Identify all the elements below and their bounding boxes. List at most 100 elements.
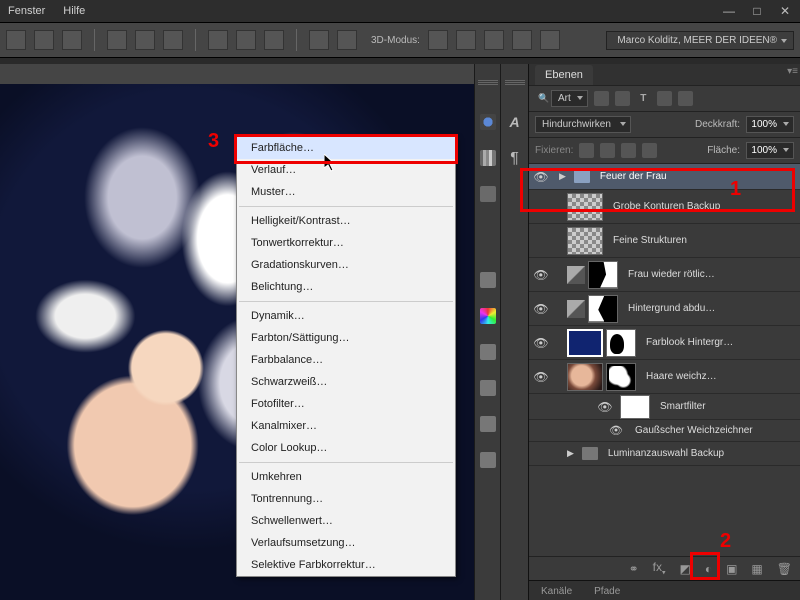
menu-item-posterize[interactable]: Tontrennung… bbox=[237, 488, 455, 510]
fill-value[interactable]: 100% bbox=[746, 142, 794, 159]
visibility-toggle[interactable]: 👁 bbox=[607, 424, 625, 437]
layer-mask[interactable] bbox=[620, 395, 650, 419]
filter-adjust-icon[interactable] bbox=[615, 91, 630, 106]
menu-help[interactable]: Hilfe bbox=[63, 5, 85, 17]
option-button[interactable] bbox=[264, 30, 284, 50]
lock-pixels-icon[interactable] bbox=[600, 143, 615, 158]
visibility-toggle[interactable]: 👁 bbox=[529, 170, 553, 184]
visibility-toggle[interactable]: 👁 bbox=[529, 302, 553, 316]
menu-item-brightness-contrast[interactable]: Helligkeit/Kontrast… bbox=[237, 210, 455, 232]
panel-icon[interactable] bbox=[480, 452, 496, 468]
tab-layers[interactable]: Ebenen bbox=[535, 65, 593, 85]
menu-item-invert[interactable]: Umkehren bbox=[237, 466, 455, 488]
layer-thumbnail[interactable] bbox=[567, 227, 603, 255]
filter-kind-dropdown[interactable]: Art bbox=[551, 90, 588, 107]
layer-row[interactable]: 👁 ▶ Luminanzauswahl Backup bbox=[529, 442, 800, 466]
layer-name[interactable]: Frau wieder rötlic… bbox=[628, 269, 715, 280]
menu-item-hue-saturation[interactable]: Farbton/Sättigung… bbox=[237, 327, 455, 349]
layer-thumbnail[interactable] bbox=[567, 363, 603, 391]
filter-shape-icon[interactable] bbox=[657, 91, 672, 106]
maximize-button[interactable]: □ bbox=[750, 4, 764, 18]
menu-item-vibrance[interactable]: Dynamik… bbox=[237, 305, 455, 327]
visibility-toggle[interactable]: 👁 bbox=[593, 400, 617, 414]
panel-icon[interactable] bbox=[480, 186, 496, 202]
menu-item-black-white[interactable]: Schwarzweiß… bbox=[237, 371, 455, 393]
option-button[interactable] bbox=[107, 30, 127, 50]
layer-mask[interactable] bbox=[606, 363, 636, 391]
menu-item-levels[interactable]: Tonwertkorrektur… bbox=[237, 232, 455, 254]
panel-icon[interactable] bbox=[480, 416, 496, 432]
smart-filter-row[interactable]: 👁 Smartfilter bbox=[529, 394, 800, 420]
character-panel-icon[interactable]: A bbox=[509, 114, 519, 130]
visibility-toggle[interactable]: 👁 bbox=[529, 234, 553, 248]
filter-pixel-icon[interactable] bbox=[594, 91, 609, 106]
menu-item-channel-mixer[interactable]: Kanalmixer… bbox=[237, 415, 455, 437]
layer-group[interactable]: 👁 ▶ Feuer der Frau bbox=[529, 164, 800, 190]
panel-icon[interactable] bbox=[480, 272, 496, 288]
option-button[interactable] bbox=[456, 30, 476, 50]
filter-type-icon[interactable]: T bbox=[636, 91, 651, 106]
menu-item-curves[interactable]: Gradationskurven… bbox=[237, 254, 455, 276]
lock-position-icon[interactable] bbox=[621, 143, 636, 158]
visibility-toggle[interactable]: 👁 bbox=[529, 268, 553, 282]
option-button[interactable] bbox=[34, 30, 54, 50]
layer-row[interactable]: 👁 Grobe Konturen Backup bbox=[529, 190, 800, 224]
menu-item-color-balance[interactable]: Farbbalance… bbox=[237, 349, 455, 371]
layer-style-icon[interactable]: fx▾ bbox=[653, 560, 666, 576]
filter-smart-icon[interactable] bbox=[678, 91, 693, 106]
lock-all-icon[interactable] bbox=[642, 143, 657, 158]
panel-icon[interactable] bbox=[480, 380, 496, 396]
option-button[interactable] bbox=[62, 30, 82, 50]
panel-icon[interactable] bbox=[480, 344, 496, 360]
layer-name[interactable]: Grobe Konturen Backup bbox=[613, 201, 720, 212]
tab-paths[interactable]: Pfade bbox=[588, 583, 626, 600]
menu-item-pattern[interactable]: Muster… bbox=[237, 181, 455, 203]
option-button[interactable] bbox=[6, 30, 26, 50]
panel-icon[interactable] bbox=[480, 114, 496, 130]
menu-item-gradient[interactable]: Verlauf… bbox=[237, 159, 455, 181]
layer-name[interactable]: Feuer der Frau bbox=[600, 171, 667, 182]
option-button[interactable] bbox=[428, 30, 448, 50]
swatches-panel-icon[interactable] bbox=[480, 308, 496, 324]
layer-row[interactable]: 👁 Frau wieder rötlic… bbox=[529, 258, 800, 292]
histogram-panel-icon[interactable] bbox=[480, 150, 496, 166]
tab-channels[interactable]: Kanäle bbox=[535, 583, 578, 600]
paragraph-panel-icon[interactable]: ¶ bbox=[510, 150, 519, 168]
layer-mask[interactable] bbox=[606, 329, 636, 357]
option-button[interactable] bbox=[484, 30, 504, 50]
close-button[interactable]: ✕ bbox=[778, 4, 792, 18]
visibility-toggle[interactable]: 👁 bbox=[529, 200, 553, 214]
visibility-toggle[interactable]: 👁 bbox=[529, 447, 553, 461]
expand-toggle[interactable]: ▶ bbox=[567, 448, 574, 459]
layer-row[interactable]: 👁 Feine Strukturen bbox=[529, 224, 800, 258]
menu-item-solid-color[interactable]: Farbfläche… bbox=[237, 137, 455, 159]
layer-name[interactable]: Luminanzauswahl Backup bbox=[608, 448, 724, 459]
option-button[interactable] bbox=[208, 30, 228, 50]
layer-mask[interactable] bbox=[588, 295, 618, 323]
new-layer-icon[interactable]: ▦ bbox=[751, 562, 762, 576]
visibility-toggle[interactable]: 👁 bbox=[529, 370, 553, 384]
minimize-button[interactable]: — bbox=[722, 4, 736, 18]
layer-row[interactable]: 👁 Farblook Hintergr… bbox=[529, 326, 800, 360]
option-button[interactable] bbox=[135, 30, 155, 50]
lock-transparent-icon[interactable] bbox=[579, 143, 594, 158]
menu-item-gradient-map[interactable]: Verlaufsumsetzung… bbox=[237, 532, 455, 554]
layer-name[interactable]: Farblook Hintergr… bbox=[646, 337, 733, 348]
opacity-value[interactable]: 100% bbox=[746, 116, 794, 133]
panel-grip-icon[interactable] bbox=[505, 80, 525, 88]
menu-item-photo-filter[interactable]: Fotofilter… bbox=[237, 393, 455, 415]
new-group-icon[interactable]: ▣ bbox=[726, 562, 737, 576]
layer-mask[interactable] bbox=[588, 261, 618, 289]
new-adjustment-layer-icon[interactable]: ◐ bbox=[705, 562, 712, 576]
option-button[interactable] bbox=[337, 30, 357, 50]
delete-layer-icon[interactable]: 🗑 bbox=[777, 562, 792, 576]
add-mask-icon[interactable]: ◩ bbox=[679, 562, 690, 576]
menu-item-exposure[interactable]: Belichtung… bbox=[237, 276, 455, 298]
menu-item-threshold[interactable]: Schwellenwert… bbox=[237, 510, 455, 532]
expand-toggle[interactable]: ▶ bbox=[559, 171, 566, 182]
menu-window[interactable]: Fenster bbox=[8, 5, 45, 17]
filter-name[interactable]: Gaußscher Weichzeichner bbox=[635, 425, 753, 436]
link-layers-icon[interactable]: ⚭ bbox=[629, 562, 639, 576]
panel-menu-icon[interactable]: ▾≡ bbox=[787, 66, 798, 77]
layer-name[interactable]: Hintergrund abdu… bbox=[628, 303, 715, 314]
